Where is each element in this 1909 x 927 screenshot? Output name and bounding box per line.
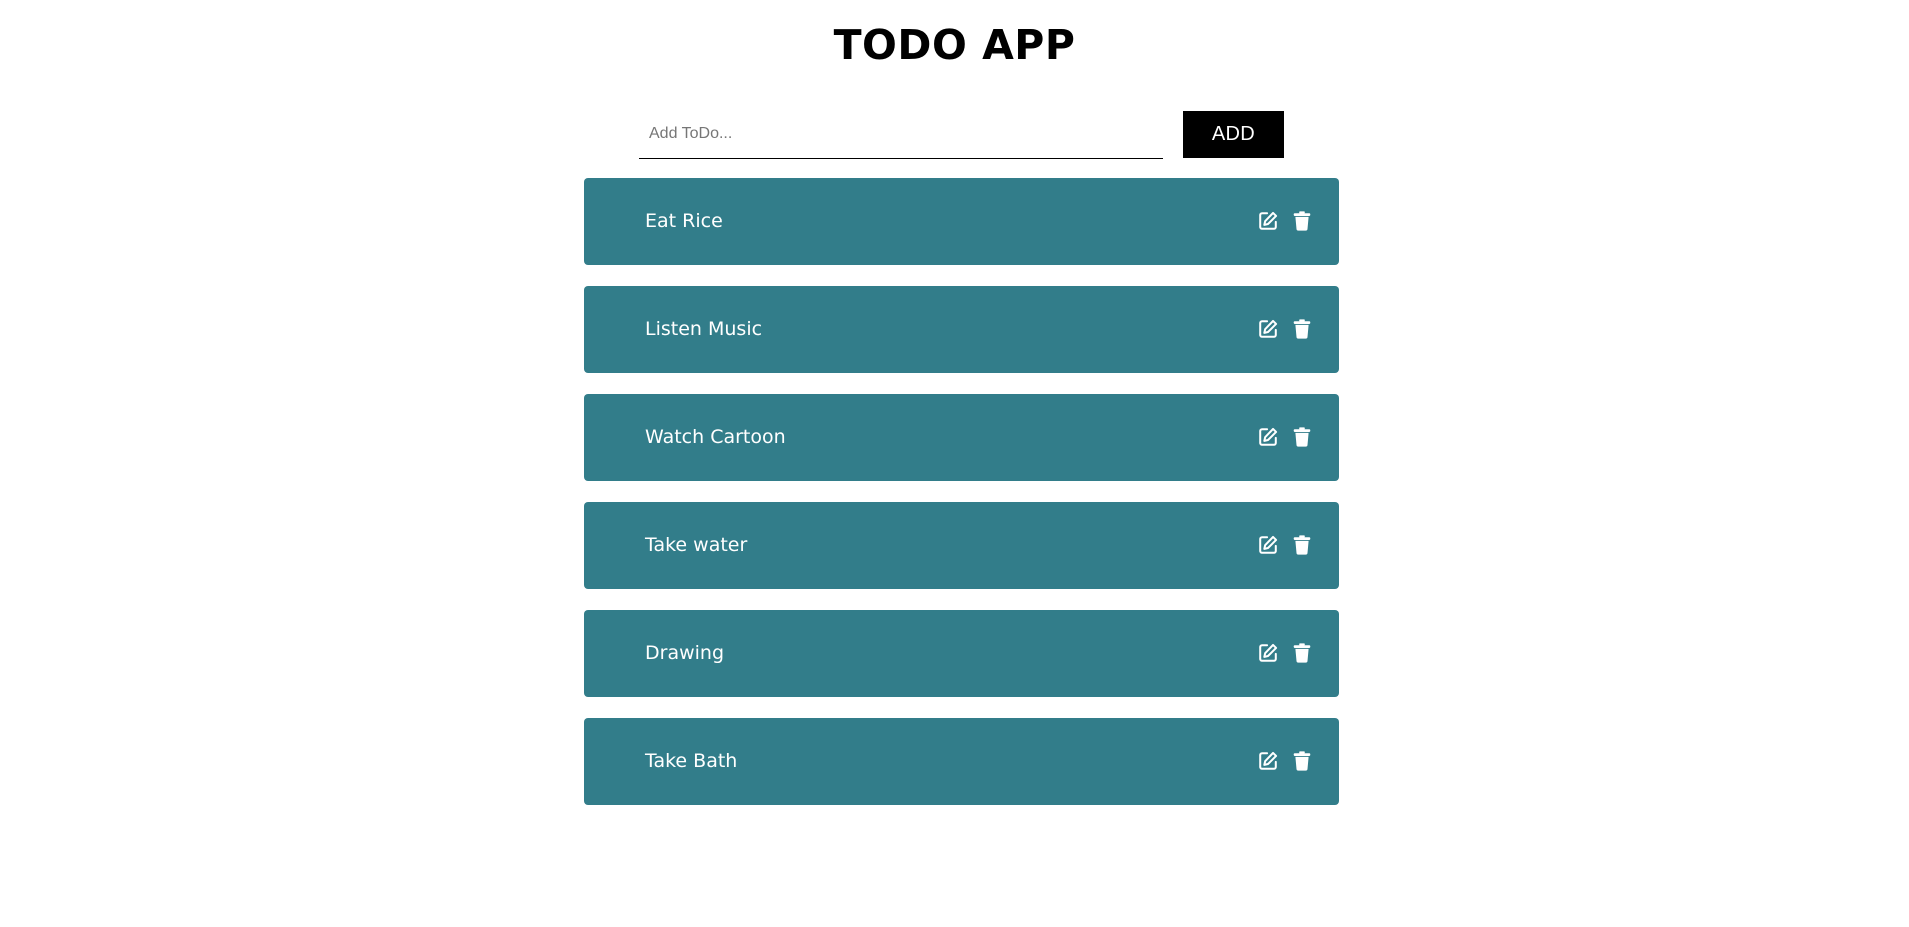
todo-label: Take water: [645, 534, 748, 556]
todo-label: Watch Cartoon: [645, 426, 786, 448]
todo-list: Eat Rice Listen Music Watch Cartoon Take…: [584, 178, 1339, 826]
todo-label: Take Bath: [645, 750, 738, 772]
todo-label: Listen Music: [645, 318, 763, 340]
trash-icon[interactable]: [1291, 318, 1313, 340]
todo-actions: [1257, 318, 1313, 340]
edit-icon[interactable]: [1257, 642, 1279, 664]
todo-actions: [1257, 426, 1313, 448]
todo-item: Listen Music: [584, 286, 1339, 373]
page-title: TODO APP: [833, 21, 1076, 69]
trash-icon[interactable]: [1291, 210, 1313, 232]
todo-item: Take Bath: [584, 718, 1339, 805]
trash-icon[interactable]: [1291, 426, 1313, 448]
todo-actions: [1257, 210, 1313, 232]
trash-icon[interactable]: [1291, 642, 1313, 664]
todo-label: Drawing: [645, 642, 725, 664]
edit-icon[interactable]: [1257, 426, 1279, 448]
edit-icon[interactable]: [1257, 318, 1279, 340]
todo-item: Take water: [584, 502, 1339, 589]
edit-icon[interactable]: [1257, 210, 1279, 232]
todo-actions: [1257, 534, 1313, 556]
todo-actions: [1257, 750, 1313, 772]
todo-label: Eat Rice: [645, 210, 723, 232]
trash-icon[interactable]: [1291, 750, 1313, 772]
trash-icon[interactable]: [1291, 534, 1313, 556]
todo-item: Drawing: [584, 610, 1339, 697]
edit-icon[interactable]: [1257, 750, 1279, 772]
add-button[interactable]: ADD: [1183, 111, 1284, 158]
todo-item: Watch Cartoon: [584, 394, 1339, 481]
todo-actions: [1257, 642, 1313, 664]
add-todo-form: ADD: [639, 109, 1284, 159]
todo-item: Eat Rice: [584, 178, 1339, 265]
edit-icon[interactable]: [1257, 534, 1279, 556]
add-todo-input[interactable]: [639, 109, 1163, 159]
